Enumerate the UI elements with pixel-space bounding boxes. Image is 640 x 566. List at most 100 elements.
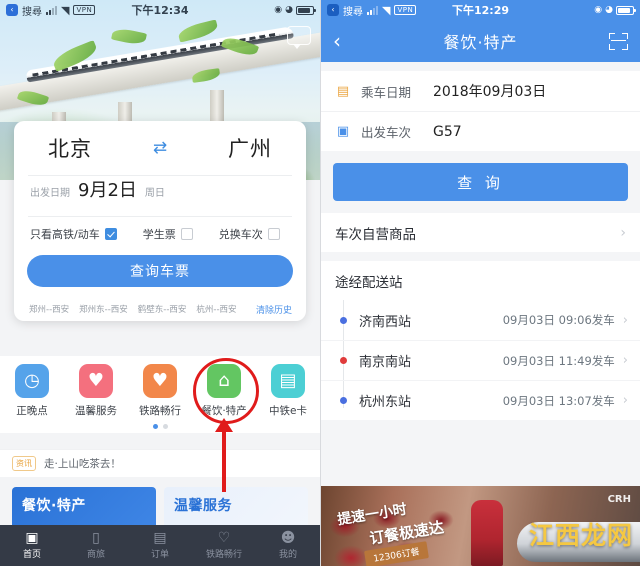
heart-icon: ♥ — [79, 364, 113, 398]
search-tickets-button[interactable]: 查询车票 — [27, 255, 293, 287]
history-item[interactable]: 鹤壁东--西安 — [138, 303, 187, 315]
swap-arrows-icon[interactable]: ⇄ — [153, 139, 167, 157]
left-status-bar: ‹ 搜尋 ◥ VPN 下午12:34 ◉ ◕ — [0, 0, 320, 20]
shortcut-label: 温馨服务 — [75, 405, 117, 417]
user-icon: ☻ — [280, 530, 296, 546]
status-back-label: 搜尋 — [22, 6, 42, 18]
tab-profile[interactable]: ☻ 我的 — [256, 531, 320, 560]
station-name: 济南西站 — [359, 314, 412, 330]
pager-dot[interactable] — [162, 424, 168, 429]
option-high-speed-only[interactable]: 只看高铁/动车 — [30, 226, 117, 242]
right-status-bar: ‹ 搜尋 ◥ VPN 下午12:29 ◉ ◕ — [321, 0, 640, 20]
query-button[interactable]: 查 询 — [333, 163, 628, 201]
tab-label: 铁路畅行 — [205, 550, 242, 560]
news-notice-bar[interactable]: 资讯 走·上山吃茶去！ — [0, 449, 320, 477]
checkbox-icon[interactable] — [180, 228, 193, 240]
status-back-icon[interactable]: ‹ — [6, 4, 18, 16]
station-name: 杭州东站 — [359, 395, 412, 410]
history-item[interactable]: 杭州--西安 — [196, 303, 236, 315]
status-right-group: ◉ ◕ — [594, 5, 636, 15]
location-icon: ◉ — [274, 5, 283, 15]
tab-business-travel[interactable]: ▯ 商旅 — [64, 531, 128, 560]
station-dot-icon — [340, 316, 347, 324]
location-icon: ◉ — [594, 5, 603, 15]
shortcut-wenxinfuwu[interactable]: ♥ 温馨服务 — [66, 364, 126, 418]
battery-icon — [616, 5, 636, 15]
shortcut-zhengwandian[interactable]: ◷ 正晚点 — [2, 364, 62, 418]
section-title: 途经配送站 — [335, 274, 403, 291]
departure-date-row[interactable]: 出发日期 9月2日 周日 — [14, 176, 306, 216]
query-button-wrap: 查 询 — [321, 151, 640, 213]
shortcut-label: 餐饮·特产 — [201, 405, 247, 417]
from-city[interactable]: 北京 — [48, 133, 92, 163]
tab-home[interactable]: ▣ 首页 — [0, 531, 64, 560]
briefcase-icon: ▯ — [92, 530, 100, 546]
station-list: 济南西站 09月03日 09:06发车 › 南京南站 09月03日 11:49发… — [321, 300, 640, 420]
checkbox-checked-icon[interactable] — [104, 228, 117, 240]
clock-icon: ◷ — [15, 364, 49, 398]
tab-orders[interactable]: ▤ 订单 — [128, 531, 192, 560]
form-label: 出发车次 — [361, 125, 412, 140]
wifi-icon: ◥ — [382, 3, 391, 17]
form-row-train[interactable]: ▣ 出发车次 G57 — [321, 111, 640, 151]
chevron-right-icon: › — [622, 312, 628, 328]
form-value: 2018年09月03日 — [433, 84, 547, 100]
section-delivery-stations: 途经配送站 — [321, 261, 640, 300]
shortcut-tieluchangxing[interactable]: ♥ 铁路畅行 — [130, 364, 190, 418]
option-exchange-train[interactable]: 兑换车次 — [219, 226, 280, 242]
station-row[interactable]: 南京南站 09月03日 11:49发车 › — [321, 340, 640, 380]
order-list-icon: ▤ — [153, 530, 167, 546]
chevron-right-icon: › — [622, 393, 628, 408]
scan-qr-icon[interactable] — [609, 32, 628, 50]
tab-label: 订单 — [150, 550, 169, 560]
departure-date-label: 出发日期 — [30, 188, 70, 199]
station-row[interactable]: 杭州东站 09月03日 13:07发车 › — [321, 380, 640, 420]
to-city[interactable]: 广州 — [228, 133, 272, 163]
chat-icon[interactable] — [287, 26, 311, 49]
status-back-icon[interactable]: ‹ — [327, 4, 339, 16]
status-left-group: ‹ 搜尋 ◥ VPN — [327, 3, 417, 18]
query-form: ▤ 乘车日期 2018年09月03日 ▣ 出发车次 G57 — [321, 71, 640, 151]
banner-attendant — [471, 500, 503, 566]
station-departure-time: 09月03日 13:07发车 — [502, 393, 615, 408]
option-student-ticket[interactable]: 学生票 — [143, 226, 193, 242]
annotation-arrow — [215, 418, 233, 492]
shortcut-canyin-techan[interactable]: ⌂ 餐饮·特产 — [194, 364, 254, 418]
search-options-row: 只看高铁/动车 学生票 兑换车次 — [14, 217, 306, 251]
promo-banner[interactable]: 提速一小时 订餐极速达 12306订餐 CRH 江西龙网 — [321, 486, 640, 566]
checkbox-icon[interactable] — [267, 228, 280, 240]
ticket-search-card: 北京 ⇄ 广州 出发日期 9月2日 周日 只看高铁/动车 学生票 兑换车次 查询… — [14, 121, 306, 321]
promo-title: 餐饮·特产 — [22, 498, 86, 514]
shortcut-zhongtie-ecard[interactable]: ▤ 中铁e卡 — [258, 364, 318, 418]
city-selector-row: 北京 ⇄ 广州 — [14, 121, 306, 175]
home-train-icon: ▣ — [25, 530, 39, 546]
history-item[interactable]: 郑州--西安 — [29, 303, 69, 315]
food-cloche-icon: ⌂ — [207, 364, 241, 398]
signal-bars-icon — [46, 5, 57, 15]
notice-badge: 资讯 — [12, 456, 36, 471]
vpn-badge: VPN — [394, 5, 417, 15]
calendar-icon: ▤ — [336, 83, 350, 99]
station-dot-icon — [340, 397, 347, 404]
chevron-right-icon: › — [620, 224, 626, 241]
chevron-right-icon: › — [622, 353, 628, 368]
alarm-icon: ◕ — [605, 5, 613, 15]
bottom-tab-bar: ▣ 首页 ▯ 商旅 ▤ 订单 ♡ 铁路畅行 ☻ 我的 — [0, 525, 320, 566]
shortcut-label: 铁路畅行 — [139, 405, 181, 417]
left-phone-screen: ‹ 搜尋 ◥ VPN 下午12:34 ◉ ◕ 北京 ⇄ 广州 出发日期 9月2日… — [0, 0, 320, 566]
tab-label: 首页 — [22, 550, 41, 560]
card-icon: ▤ — [271, 364, 305, 398]
station-departure-time: 09月03日 09:06发车 — [502, 313, 615, 327]
section-self-operated-goods[interactable]: 车次自营商品 › — [321, 213, 640, 252]
clear-history-button[interactable]: 清除历史 — [256, 303, 292, 316]
history-item[interactable]: 郑州东--西安 — [79, 303, 128, 315]
pager-dot-active[interactable] — [152, 424, 158, 429]
station-row[interactable]: 济南西站 09月03日 09:06发车 › — [321, 300, 640, 340]
shortcut-label: 中铁e卡 — [269, 405, 307, 417]
status-right-group: ◉ ◕ — [274, 5, 316, 15]
chevron-left-icon[interactable]: ‹ — [333, 31, 341, 51]
form-row-date[interactable]: ▤ 乘车日期 2018年09月03日 — [321, 71, 640, 111]
tab-railway-pass[interactable]: ♡ 铁路畅行 — [192, 531, 256, 560]
shortcut-grid: ◷ 正晚点 ♥ 温馨服务 ♥ 铁路畅行 ⌂ 餐饮·特产 ▤ 中铁e卡 — [0, 364, 320, 418]
